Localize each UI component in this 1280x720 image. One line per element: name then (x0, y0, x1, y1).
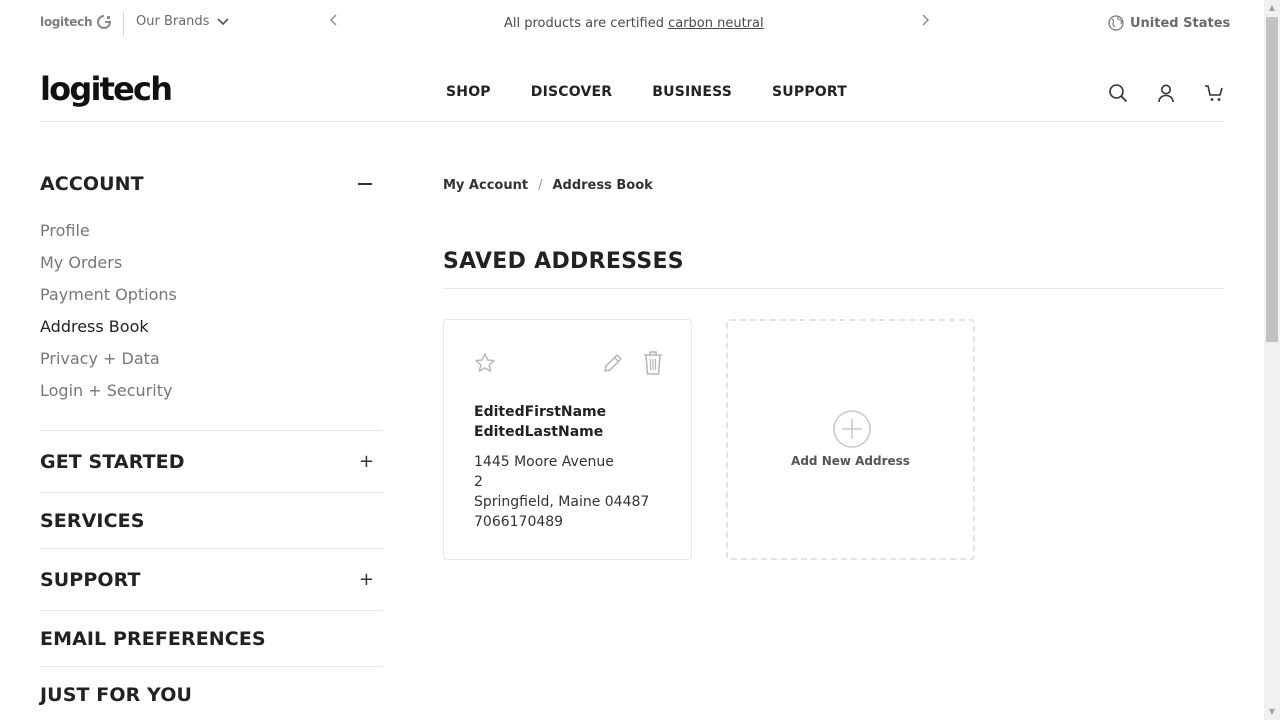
title-divider (443, 288, 1224, 289)
country-label: United States (1130, 15, 1231, 31)
logitech-logo[interactable]: logitech (40, 70, 173, 108)
address-unit: 2 (474, 474, 483, 490)
account-section-header[interactable]: ACCOUNT (40, 170, 382, 198)
address-cards: EditedFirstName EditedLastName 1445 Moor… (443, 319, 1224, 560)
services-title: SERVICES (40, 509, 145, 532)
address-city-state-zip: Springfield, Maine 04487 (474, 494, 650, 510)
add-circle-icon (832, 409, 872, 453)
delete-trash-icon[interactable] (642, 350, 664, 380)
promo-message: All products are certified carbon neutra… (504, 16, 764, 31)
address-street: 1445 Moore Avenue (474, 454, 614, 470)
sidebar-section-email-preferences[interactable]: EMAIL PREFERENCES (40, 610, 382, 666)
address-first-name: EditedFirstName (474, 404, 607, 420)
logitech-g-brand-link[interactable]: logitech (40, 14, 112, 30)
sidebar-item-profile[interactable]: Profile (40, 220, 382, 252)
sidebar-section-get-started[interactable]: GET STARTED + (40, 430, 382, 492)
star-icon[interactable] (474, 352, 496, 378)
breadcrumb-address-book: Address Book (552, 178, 653, 193)
brand-mini-text: logitech (40, 15, 93, 29)
account-sidebar: ACCOUNT Profile My Orders Payment Option… (40, 170, 382, 720)
our-brands-label: Our Brands (136, 14, 210, 29)
country-selector[interactable]: United States (1108, 15, 1230, 31)
expand-plus-icon[interactable]: + (359, 569, 374, 590)
scroll-down-arrow-icon[interactable]: ▼ (1264, 704, 1280, 720)
address-last-name: EditedLastName (474, 424, 604, 440)
cart-icon[interactable] (1204, 83, 1224, 103)
main-header: logitech SHOP DISCOVER BUSINESS SUPPORT (40, 60, 1224, 122)
address-phone: 7066170489 (474, 514, 564, 530)
add-new-address-label: Add New Address (791, 454, 910, 468)
promo-prev-arrow-icon[interactable] (330, 14, 338, 30)
nav-business[interactable]: BUSINESS (652, 84, 732, 100)
get-started-title: GET STARTED (40, 450, 185, 473)
sidebar-section-services[interactable]: SERVICES (40, 492, 382, 548)
edit-pencil-icon[interactable] (602, 352, 624, 378)
page: logitech Our Brands All products are cer… (0, 0, 1264, 720)
nav-discover[interactable]: DISCOVER (531, 84, 613, 100)
email-preferences-title: EMAIL PREFERENCES (40, 627, 266, 650)
breadcrumb: My Account / Address Book (443, 178, 1224, 193)
promo-message-text: All products are certified (504, 16, 664, 31)
search-icon[interactable] (1108, 83, 1128, 103)
chevron-down-icon (217, 17, 230, 25)
address-name: EditedFirstName EditedLastName (474, 402, 674, 442)
scroll-up-arrow-icon[interactable]: ▲ (1264, 0, 1280, 16)
nav-support[interactable]: SUPPORT (772, 84, 847, 100)
add-new-address-button[interactable]: Add New Address (726, 319, 975, 560)
globe-icon (1108, 15, 1124, 31)
sidebar-item-login-security[interactable]: Login + Security (40, 380, 382, 412)
support-title: SUPPORT (40, 568, 141, 591)
address-card: EditedFirstName EditedLastName 1445 Moor… (443, 319, 692, 560)
sidebar-item-my-orders[interactable]: My Orders (40, 252, 382, 284)
account-title: ACCOUNT (40, 173, 144, 195)
sidebar-section-support[interactable]: SUPPORT + (40, 548, 382, 610)
brand-divider (123, 12, 124, 36)
our-brands-dropdown[interactable]: Our Brands (136, 14, 230, 29)
scrollbar-thumb[interactable] (1266, 17, 1278, 342)
account-links: Profile My Orders Payment Options Addres… (40, 220, 382, 412)
sidebar-item-payment-options[interactable]: Payment Options (40, 284, 382, 316)
carbon-neutral-link[interactable]: carbon neutral (668, 16, 764, 31)
nav-shop[interactable]: SHOP (446, 84, 491, 100)
logitech-g-icon (97, 15, 112, 29)
address-book-content: My Account / Address Book SAVED ADDRESSE… (443, 178, 1224, 560)
sidebar-item-privacy-data[interactable]: Privacy + Data (40, 348, 382, 380)
just-for-you-title: JUST FOR YOU (40, 683, 192, 706)
promo-bar: logitech Our Brands All products are cer… (0, 0, 1264, 48)
promo-next-arrow-icon[interactable] (921, 14, 929, 30)
sidebar-item-address-book[interactable]: Address Book (40, 316, 382, 348)
breadcrumb-my-account[interactable]: My Account (443, 178, 528, 193)
account-icon[interactable] (1156, 83, 1176, 103)
header-icons (1108, 83, 1224, 103)
collapse-minus-icon[interactable] (358, 183, 372, 185)
page-title: SAVED ADDRESSES (443, 249, 684, 274)
sidebar-section-just-for-you[interactable]: JUST FOR YOU (40, 666, 382, 720)
expand-plus-icon[interactable]: + (359, 451, 374, 472)
breadcrumb-separator: / (538, 178, 543, 193)
address-details: 1445 Moore Avenue 2 Springfield, Maine 0… (474, 452, 649, 532)
main-nav: SHOP DISCOVER BUSINESS SUPPORT (446, 84, 847, 100)
vertical-scrollbar[interactable]: ▲ ▼ (1264, 0, 1280, 720)
